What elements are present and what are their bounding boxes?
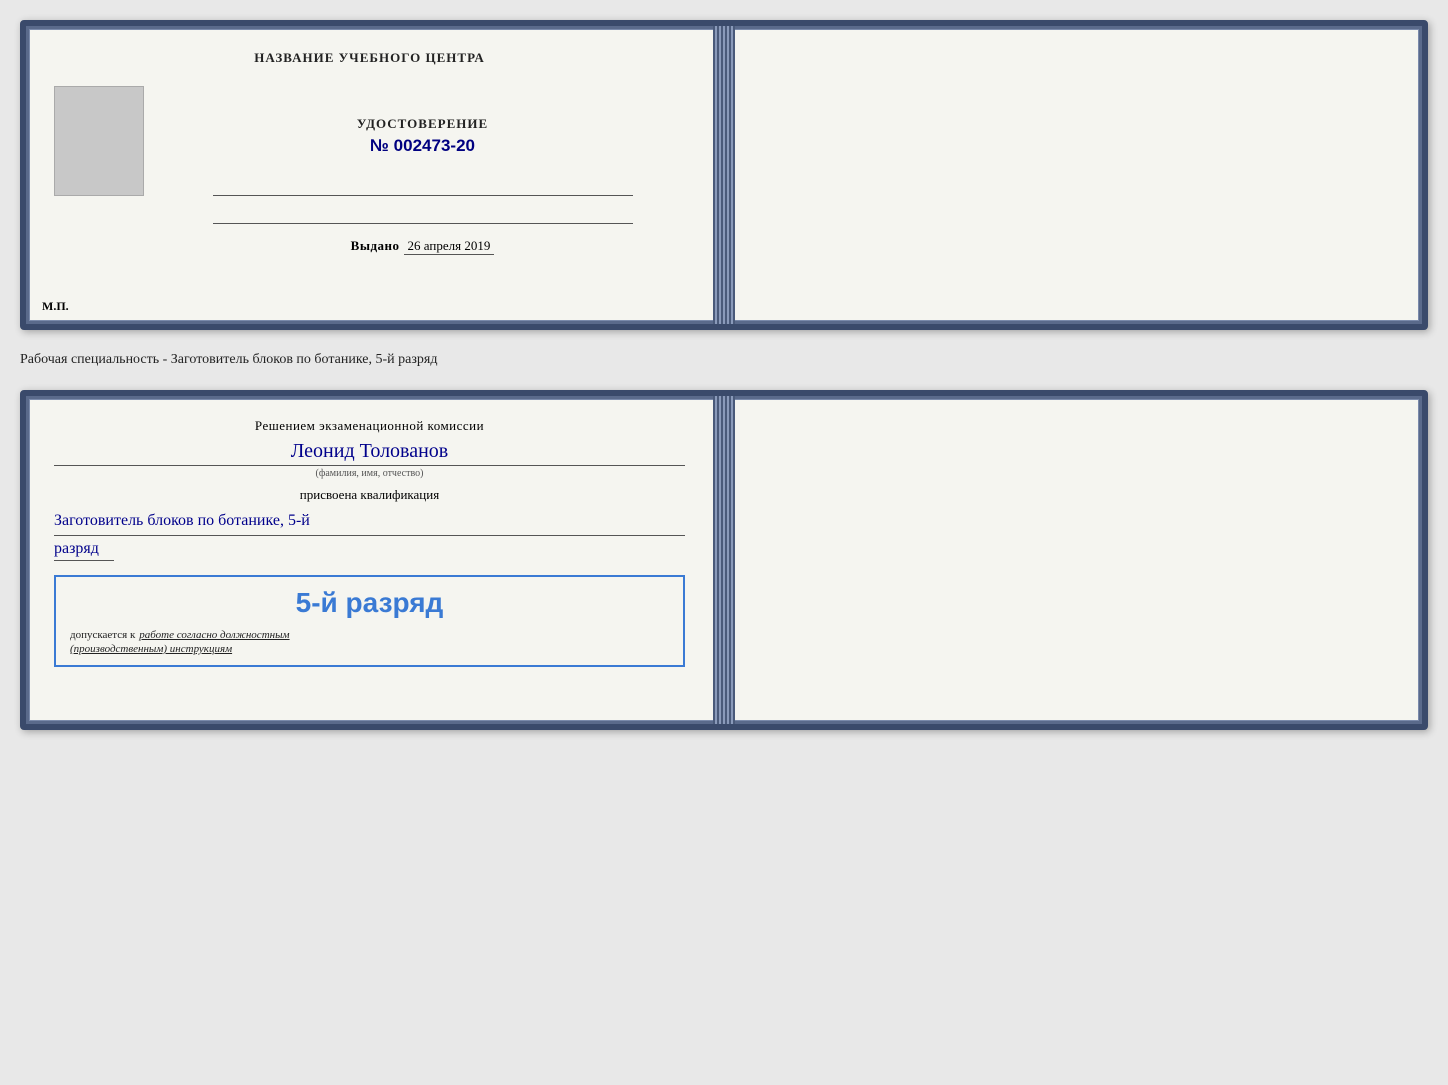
bottom-right-panel: Основание: протокол экзаменационной коми… bbox=[1422, 396, 1448, 724]
bottom-left-panel: Решением экзаменационной комиссии Леонид… bbox=[26, 396, 713, 724]
top-left-title: НАЗВАНИЕ УЧЕБНОГО ЦЕНТРА bbox=[254, 50, 485, 66]
bottom-certificate-card: Решением экзаменационной комиссии Леонид… bbox=[20, 390, 1428, 730]
sign-field-2 bbox=[213, 204, 633, 224]
vydano-label: Выдано bbox=[351, 238, 400, 254]
cert-number-top: № 002473-20 bbox=[370, 136, 475, 156]
top-left-panel: НАЗВАНИЕ УЧЕБНОГО ЦЕНТРА УДОСТОВЕРЕНИЕ №… bbox=[26, 26, 713, 324]
spine-divider bbox=[713, 26, 735, 324]
page-container: НАЗВАНИЕ УЧЕБНОГО ЦЕНТРА УДОСТОВЕРЕНИЕ №… bbox=[20, 20, 1428, 730]
top-certificate-card: НАЗВАНИЕ УЧЕБНОГО ЦЕНТРА УДОСТОВЕРЕНИЕ №… bbox=[20, 20, 1428, 330]
stamp-box: 5-й разряд допускается к работе согласно… bbox=[54, 575, 685, 667]
top-right-panel: Получил(а) Леонид Толованов – (фамилия, … bbox=[1422, 26, 1448, 324]
prisvoena-text: присвоена квалификация bbox=[54, 487, 685, 503]
stamp-dopusk-row: допускается к работе согласно должностны… bbox=[70, 625, 669, 643]
spine-divider-bottom bbox=[713, 396, 735, 724]
kvalif-text: Заготовитель блоков по ботанике, 5-й bbox=[54, 509, 685, 536]
udostoverenie-label: УДОСТОВЕРЕНИЕ bbox=[357, 116, 488, 132]
vydano-row: Выдано 26 апреля 2019 bbox=[351, 238, 495, 255]
name-subtitle-bottom: (фамилия, имя, отчество) bbox=[54, 468, 685, 479]
dopusk-label: допускается к bbox=[70, 629, 135, 641]
sign-field-1 bbox=[213, 176, 633, 196]
photo-placeholder bbox=[54, 86, 144, 196]
dopusk-italic: работе согласно должностным bbox=[139, 629, 289, 641]
stamp-number: 5-й разряд bbox=[70, 587, 669, 619]
razryad-bottom: разряд bbox=[54, 540, 114, 561]
specialty-label: Рабочая специальность - Заготовитель бло… bbox=[20, 348, 1428, 372]
vydano-date: 26 апреля 2019 bbox=[404, 238, 495, 255]
resheniem-text: Решением экзаменационной комиссии bbox=[54, 418, 685, 434]
instruktsii: (производственным) инструкциям bbox=[70, 643, 669, 655]
mp-label: М.П. bbox=[42, 299, 69, 314]
recipient-name-bottom: Леонид Толованов bbox=[54, 440, 685, 466]
